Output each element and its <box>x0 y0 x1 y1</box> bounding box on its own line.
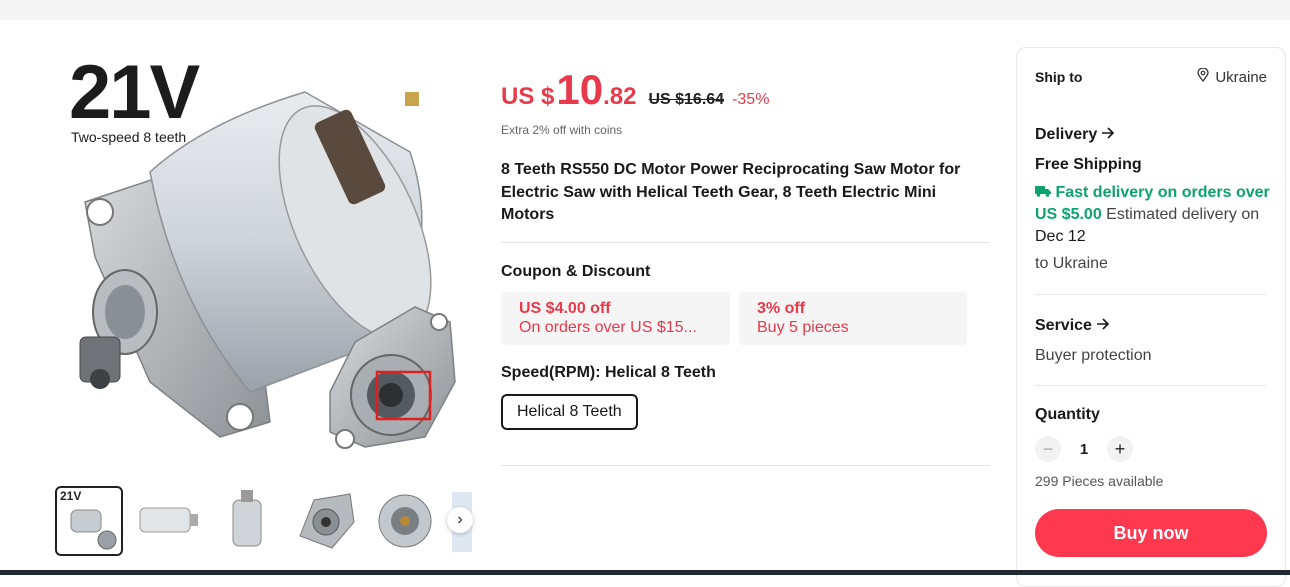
ship-to-label: Ship to <box>1035 69 1083 85</box>
price-decimal: .82 <box>603 83 637 110</box>
price-currency: US $ <box>501 83 555 110</box>
divider <box>501 242 990 243</box>
quantity-label: Quantity <box>1035 406 1100 423</box>
ship-to-selector[interactable]: Ukraine <box>1197 67 1267 86</box>
chevron-right-icon[interactable]: › <box>447 507 473 533</box>
price-block: US $ 10 .82 US $16.64 -35% <box>501 66 769 114</box>
plus-icon[interactable]: + <box>1107 436 1133 462</box>
thumbnail-5[interactable] <box>371 486 439 556</box>
stock-available: 299 Pieces available <box>1035 473 1164 489</box>
service-value: Buyer protection <box>1035 347 1152 364</box>
main-product-image[interactable]: 21V Two-speed 8 teeth <box>55 52 475 470</box>
thumbnail-2[interactable] <box>134 486 202 556</box>
svg-text:21V: 21V <box>60 489 81 503</box>
buy-now-button[interactable]: Buy now <box>1035 509 1267 557</box>
truck-icon <box>1035 184 1055 201</box>
coupon-card-1[interactable]: US $4.00 off On orders over US $15... <box>501 292 730 345</box>
image-caption: Two-speed 8 teeth <box>71 129 187 145</box>
thumbnail-3[interactable] <box>213 486 281 556</box>
variant-option-helical-8-teeth[interactable]: Helical 8 Teeth <box>501 394 638 430</box>
coupon-section-label: Coupon & Discount <box>501 263 651 280</box>
coupon-subtitle: Buy 5 pieces <box>757 319 849 336</box>
price-integer: 10 <box>556 66 604 113</box>
bottom-bar <box>0 570 1290 575</box>
purchase-panel: Ship to Ukraine Delivery Free Shipping F… <box>1016 47 1286 587</box>
delivery-details: Fast delivery on orders over US $5.00 Es… <box>1035 182 1270 248</box>
product-title: 8 Teeth RS550 DC Motor Power Reciprocati… <box>501 161 961 223</box>
coins-note: Extra 2% off with coins <box>501 123 623 137</box>
top-strip <box>0 0 1290 20</box>
coupon-subtitle: On orders over US $15... <box>519 319 697 336</box>
divider <box>501 465 990 466</box>
delivery-date: Dec 12 <box>1035 228 1086 245</box>
original-price: US $16.64 <box>648 91 725 108</box>
minus-icon[interactable]: − <box>1035 436 1061 462</box>
map-pin-icon <box>1197 67 1209 86</box>
delivery-label: Delivery <box>1035 126 1098 143</box>
free-shipping: Free Shipping <box>1035 156 1142 173</box>
coupon-card-2[interactable]: 3% off Buy 5 pieces <box>739 292 967 345</box>
quantity-stepper: − 1 + <box>1035 436 1133 462</box>
delivery-destination: to Ukraine <box>1035 255 1108 272</box>
divider <box>1035 294 1267 295</box>
voltage-badge: 21V <box>69 52 200 135</box>
divider <box>1035 385 1267 386</box>
thumbnail-4[interactable] <box>292 486 360 556</box>
quantity-value[interactable]: 1 <box>1061 441 1107 458</box>
coupon-title: US $4.00 off <box>519 300 611 317</box>
service-link[interactable]: Service <box>1035 317 1110 335</box>
service-label: Service <box>1035 317 1092 334</box>
ship-to-country: Ukraine <box>1215 68 1267 86</box>
coupon-title: 3% off <box>757 300 805 317</box>
variant-label: Speed(RPM): Helical 8 Teeth <box>501 364 716 381</box>
thumbnail-strip: 21V › <box>55 486 475 556</box>
discount-percent: -35% <box>732 91 770 108</box>
arrow-right-icon <box>1096 317 1110 335</box>
estimated-label: Estimated delivery on <box>1106 206 1260 223</box>
delivery-link[interactable]: Delivery <box>1035 126 1115 144</box>
arrow-right-icon <box>1101 126 1115 144</box>
thumbnail-1[interactable]: 21V <box>55 486 123 556</box>
